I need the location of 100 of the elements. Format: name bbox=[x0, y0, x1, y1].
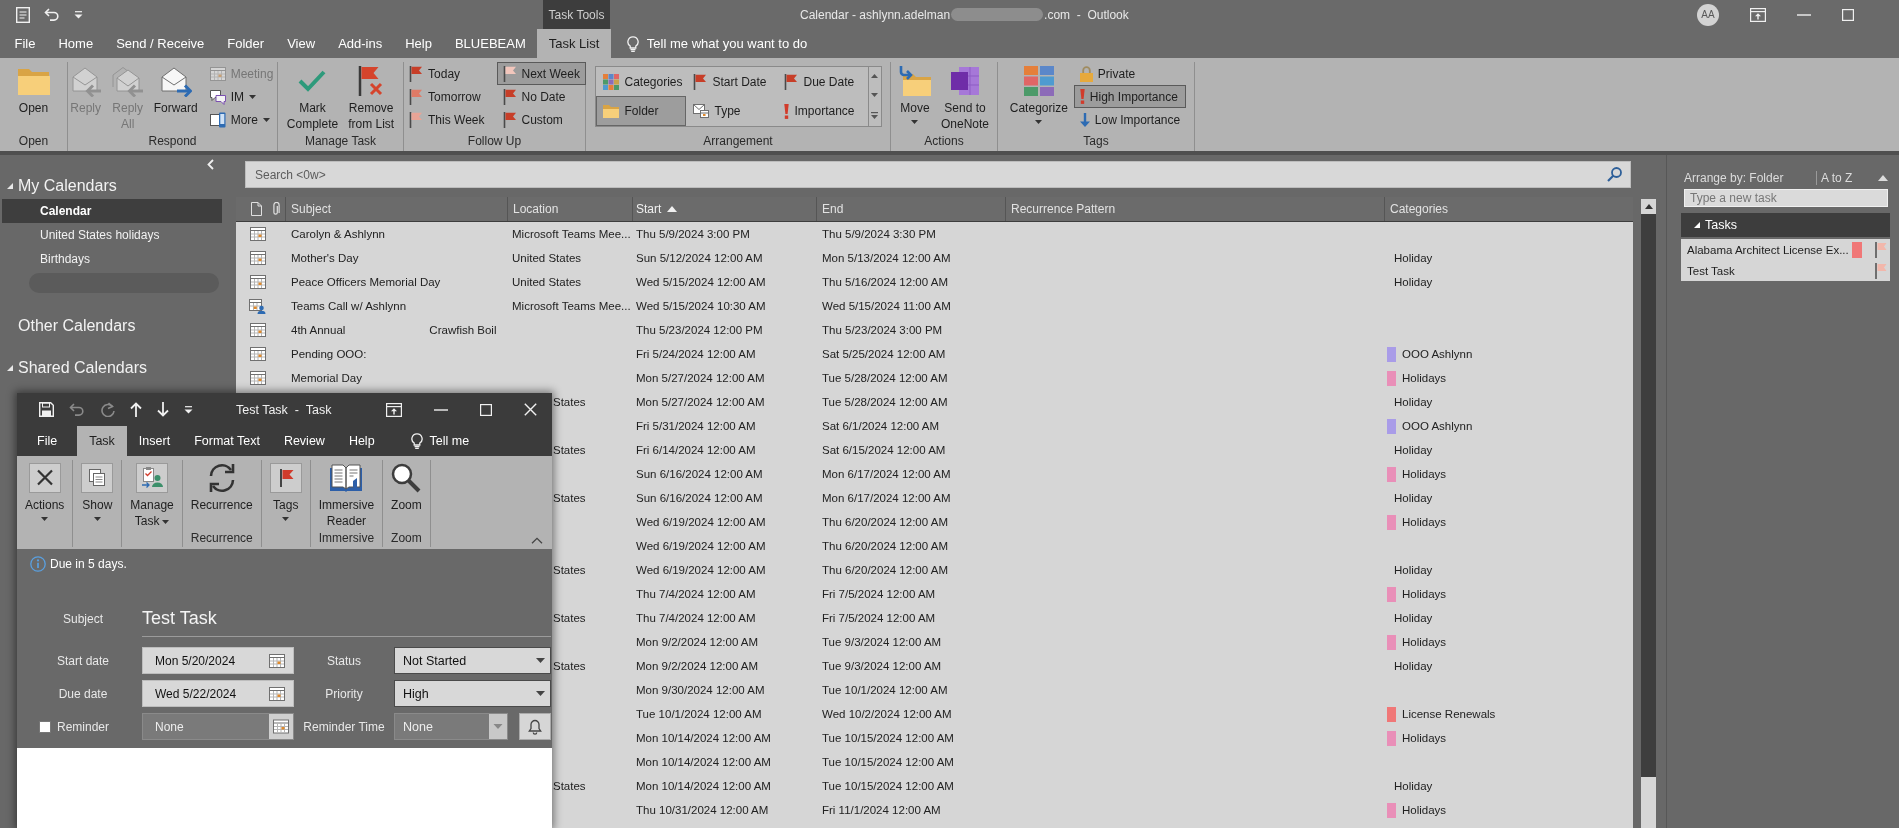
ribbon-tab[interactable]: Help bbox=[336, 426, 387, 456]
ribbon-button[interactable]: Forward bbox=[149, 62, 202, 134]
search-icon[interactable] bbox=[1607, 167, 1622, 182]
ribbon-button[interactable]: Remove from List bbox=[344, 62, 399, 134]
account-avatar[interactable]: AA bbox=[1697, 3, 1719, 26]
ribbon-tab[interactable]: Insert bbox=[126, 426, 183, 456]
flag-icon[interactable] bbox=[1875, 262, 1887, 279]
minimize-icon[interactable] bbox=[434, 408, 448, 411]
up-arrow-icon[interactable] bbox=[130, 402, 142, 417]
caret-icon[interactable] bbox=[74, 10, 83, 19]
redo-icon[interactable] bbox=[100, 402, 115, 417]
sort-order-button[interactable]: A to Z bbox=[1816, 171, 1853, 185]
column-header[interactable]: Subject bbox=[291, 202, 332, 216]
ribbon-button[interactable]: Recurrence bbox=[188, 460, 255, 513]
ribbon-button[interactable]: Send to OneNote bbox=[937, 62, 993, 134]
ribbon-tab[interactable]: File bbox=[3, 29, 47, 58]
task-group-header[interactable]: Tasks bbox=[1681, 213, 1890, 237]
ribbon-tab[interactable]: Review bbox=[271, 426, 337, 456]
caret-icon[interactable] bbox=[184, 405, 193, 414]
ribbon-tab[interactable]: Folder bbox=[215, 29, 276, 58]
ribbon-small-button[interactable]: Private bbox=[1073, 62, 1187, 85]
ribbon-button[interactable]: Open bbox=[13, 62, 54, 134]
ribbon-tab[interactable]: Send / Receive bbox=[104, 29, 216, 58]
ribbon-tab[interactable]: Home bbox=[46, 29, 105, 58]
ribbon-button[interactable]: Categorize bbox=[1005, 62, 1072, 134]
ribbon-button[interactable]: Zoom bbox=[389, 460, 424, 513]
date-field[interactable]: Mon 5/20/2024 bbox=[142, 647, 294, 674]
scroll-up-button[interactable] bbox=[1641, 199, 1656, 214]
gallery-item[interactable]: Folder bbox=[595, 96, 686, 126]
ribbon-tab[interactable]: File bbox=[25, 426, 70, 456]
ribbon-small-button[interactable]: No Date bbox=[496, 85, 586, 108]
ribbon-tab[interactable]: Add-ins bbox=[326, 29, 394, 58]
flag-icon[interactable] bbox=[1875, 241, 1887, 258]
sort-arrow-icon[interactable] bbox=[1878, 175, 1888, 181]
ribbon-small-button[interactable]: Next Week bbox=[496, 62, 586, 85]
ribbon-small-button[interactable]: High Importance bbox=[1073, 85, 1187, 108]
ribbon-button[interactable]: Immersive Reader bbox=[316, 460, 377, 529]
gallery-item[interactable]: Start Date bbox=[685, 67, 777, 96]
gallery-item[interactable]: Due Date bbox=[776, 67, 868, 96]
ribbon-small-button[interactable]: Tomorrow bbox=[403, 85, 491, 108]
ribbon-small-button[interactable]: Custom bbox=[496, 108, 586, 131]
date-field[interactable]: Wed 5/22/2024 bbox=[142, 680, 294, 707]
gallery-item[interactable]: Importance bbox=[776, 96, 868, 126]
notes-field[interactable] bbox=[17, 748, 552, 828]
new-task-field[interactable]: Type a new task bbox=[1684, 189, 1888, 207]
down-caret-icon[interactable] bbox=[871, 93, 878, 97]
ribbon-button[interactable]: Actions bbox=[23, 460, 67, 521]
calendar-group-header[interactable]: Shared Calendars bbox=[0, 357, 147, 379]
maximize-icon[interactable] bbox=[480, 403, 492, 416]
close-icon[interactable] bbox=[524, 403, 537, 416]
ribbon-tab[interactable]: Format Text bbox=[182, 426, 272, 456]
ribbon-tab[interactable]: Help bbox=[393, 29, 444, 58]
calendar-list-item[interactable]: United States holidays bbox=[2, 223, 222, 247]
tell-me-search[interactable]: Tell me what you want to do bbox=[626, 29, 808, 58]
undo-icon[interactable] bbox=[69, 402, 85, 417]
collapse-caret-icon[interactable] bbox=[531, 537, 543, 544]
ribbon-small-button[interactable]: IM bbox=[203, 85, 280, 108]
search-field[interactable]: Search <0w> bbox=[245, 161, 1631, 188]
calendar-list-item[interactable]: Calendar bbox=[2, 199, 222, 223]
scrollbar[interactable] bbox=[1641, 199, 1656, 828]
arrange-by-button[interactable]: Arrange by: Folder bbox=[1684, 171, 1816, 185]
scrollbar-thumb[interactable] bbox=[1641, 777, 1656, 828]
ribbon-small-button[interactable]: Low Importance bbox=[1073, 108, 1187, 131]
subject-field[interactable]: Test Task bbox=[142, 600, 551, 637]
column-header[interactable]: Start bbox=[636, 202, 678, 216]
save-icon[interactable] bbox=[39, 402, 54, 417]
up-caret-icon[interactable] bbox=[871, 74, 878, 79]
calendar-group-header[interactable]: Other Calendars bbox=[0, 315, 136, 337]
task-list-item[interactable]: Alabama Architect License Ex... bbox=[1681, 239, 1890, 260]
down-arrow-icon[interactable] bbox=[157, 402, 169, 417]
ribbon-small-button[interactable]: This Week bbox=[403, 108, 491, 131]
window-layout-icon[interactable] bbox=[386, 402, 402, 417]
column-header[interactable]: Categories bbox=[1390, 202, 1449, 216]
ribbon-tab[interactable]: Task bbox=[77, 426, 127, 456]
column-header[interactable]: Location bbox=[513, 202, 559, 216]
ribbon-tab[interactable]: View bbox=[275, 29, 327, 58]
tell-me-search[interactable]: Tell me bbox=[410, 426, 470, 456]
ribbon-small-button[interactable]: Today bbox=[403, 62, 491, 85]
dropdown-field[interactable]: Not Started bbox=[394, 647, 551, 674]
gallery-item[interactable]: Type bbox=[685, 96, 777, 126]
calendar-group-header[interactable]: My Calendars bbox=[0, 175, 117, 197]
ribbon-small-button[interactable]: More bbox=[203, 108, 280, 131]
reminder-sound-button[interactable] bbox=[519, 713, 551, 740]
ribbon-button[interactable]: Manage Task bbox=[128, 460, 176, 529]
column-header[interactable]: Recurrence Pattern bbox=[1011, 202, 1116, 216]
more-caret-icon[interactable] bbox=[871, 111, 878, 119]
column-header[interactable]: End bbox=[822, 202, 844, 216]
ribbon-button[interactable]: Tags bbox=[267, 460, 304, 521]
gallery-item[interactable]: Categories bbox=[595, 67, 686, 96]
ribbon-button[interactable]: Show bbox=[79, 460, 116, 521]
window-layout-icon[interactable] bbox=[1750, 7, 1766, 22]
calendar-list-item[interactable]: Birthdays bbox=[2, 247, 222, 271]
ribbon-tab[interactable]: Task List bbox=[537, 29, 611, 58]
ribbon-button[interactable]: Mark Complete bbox=[282, 62, 343, 134]
collapse-chevron-icon[interactable] bbox=[207, 159, 214, 170]
undo-icon[interactable] bbox=[44, 7, 60, 22]
task-list-item[interactable]: Test Task bbox=[1681, 260, 1890, 281]
document-icon[interactable] bbox=[16, 6, 30, 23]
maximize-icon[interactable] bbox=[1842, 8, 1854, 21]
ribbon-button[interactable]: Move bbox=[895, 62, 935, 134]
